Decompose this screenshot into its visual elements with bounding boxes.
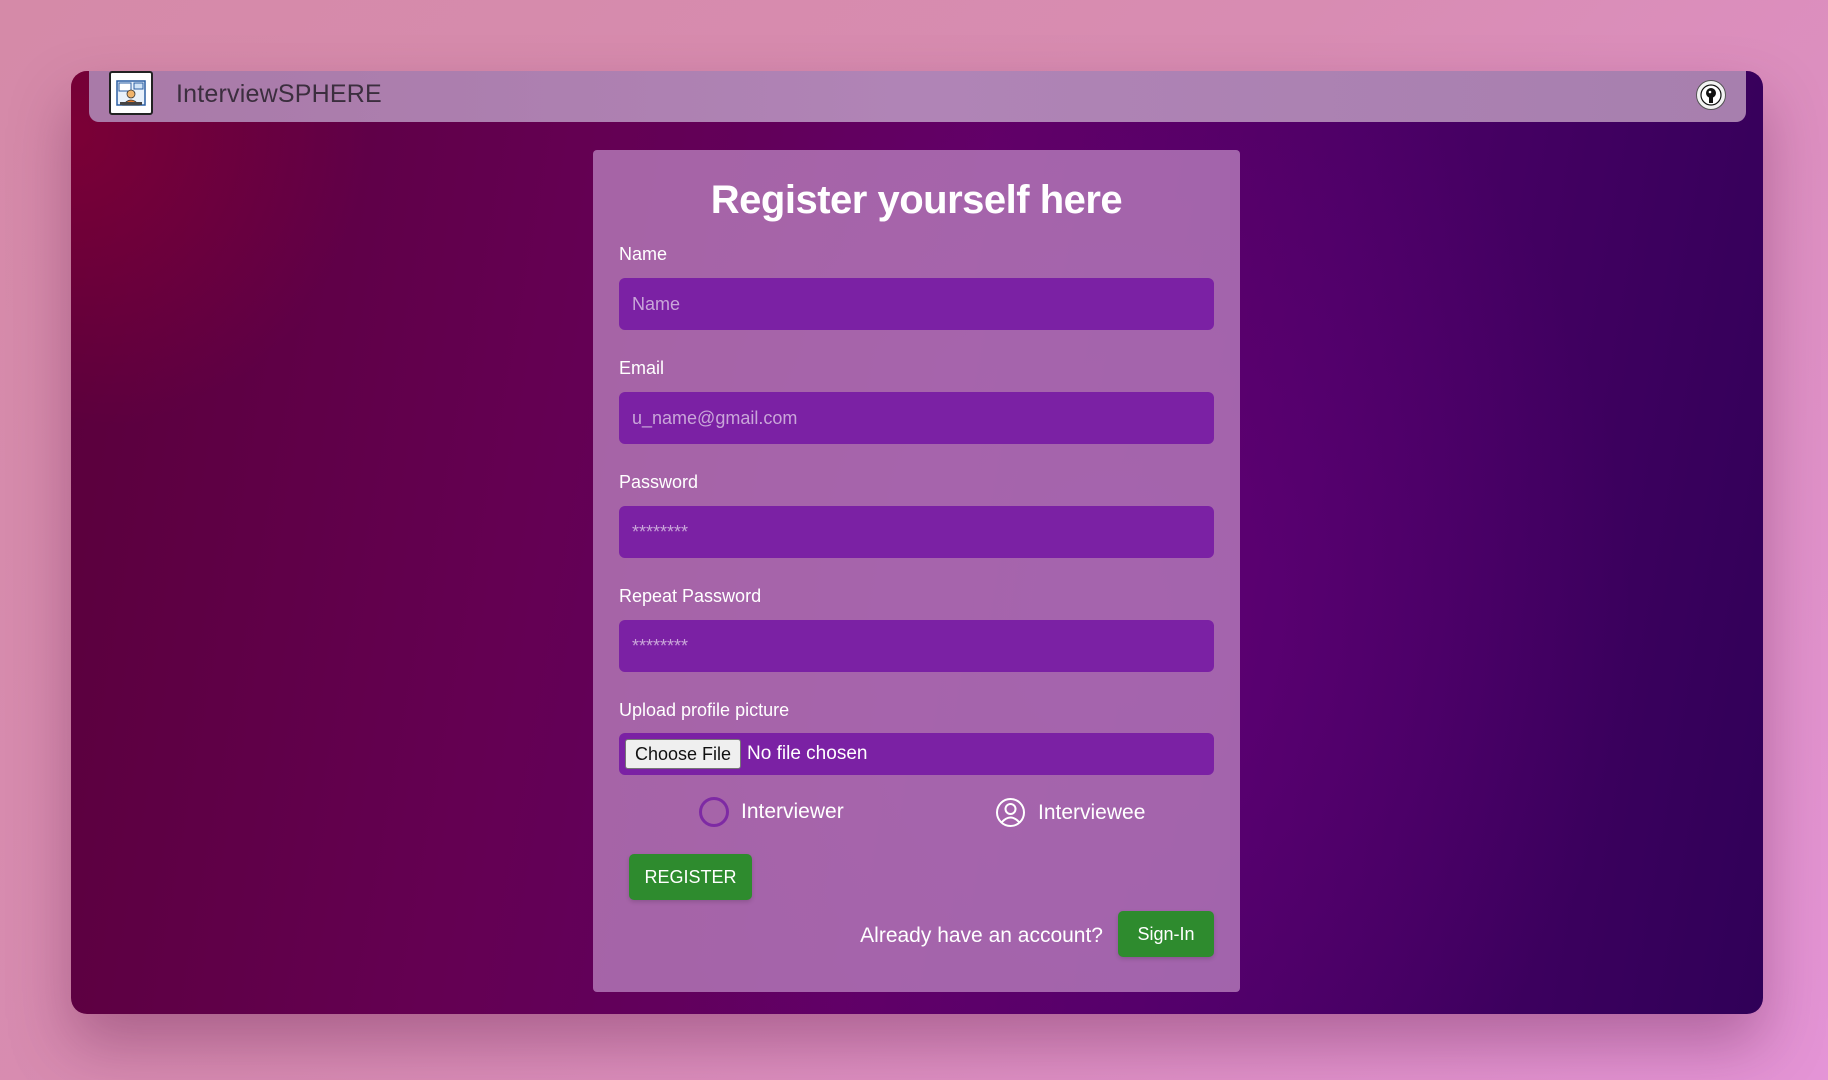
app-window: InterviewSPHERE Register yourself here N…: [71, 71, 1763, 1014]
email-input[interactable]: [619, 392, 1214, 444]
brand-title: InterviewSPHERE: [176, 80, 382, 108]
app-logo[interactable]: [109, 71, 153, 115]
choose-file-button[interactable]: Choose File: [625, 739, 742, 769]
password-label: Password: [619, 472, 699, 492]
radio-circle-icon[interactable]: [699, 797, 729, 827]
profile-avatar-button[interactable]: [1696, 80, 1726, 110]
email-label: Email: [619, 358, 665, 378]
already-account-text: Already have an account?: [860, 924, 1103, 947]
file-upload-field[interactable]: Choose File No file chosen: [619, 733, 1214, 775]
repeat-password-label: Repeat Password: [619, 586, 762, 606]
role-label-interviewee: Interviewee: [1038, 800, 1146, 824]
role-label-interviewer: Interviewer: [741, 800, 844, 823]
logo-icon: [116, 80, 146, 106]
repeat-password-input[interactable]: [619, 620, 1214, 672]
role-option-interviewer[interactable]: Interviewer: [699, 797, 844, 827]
file-status: No file chosen: [747, 743, 868, 764]
name-label: Name: [619, 244, 668, 264]
register-button[interactable]: REGISTER: [629, 854, 752, 900]
form-title: Register yourself here: [710, 178, 1123, 222]
user-circle-icon[interactable]: [995, 797, 1026, 828]
upload-label: Upload profile picture: [619, 700, 790, 720]
password-input[interactable]: [619, 506, 1214, 558]
navbar: InterviewSPHERE: [89, 71, 1746, 122]
user-avatar-icon: [1700, 84, 1722, 106]
sign-in-button[interactable]: Sign-In: [1118, 911, 1214, 957]
name-input[interactable]: [619, 278, 1214, 330]
register-card: Register yourself here Name Email Passwo…: [593, 150, 1240, 992]
role-option-interviewee[interactable]: Interviewee: [995, 797, 1145, 828]
